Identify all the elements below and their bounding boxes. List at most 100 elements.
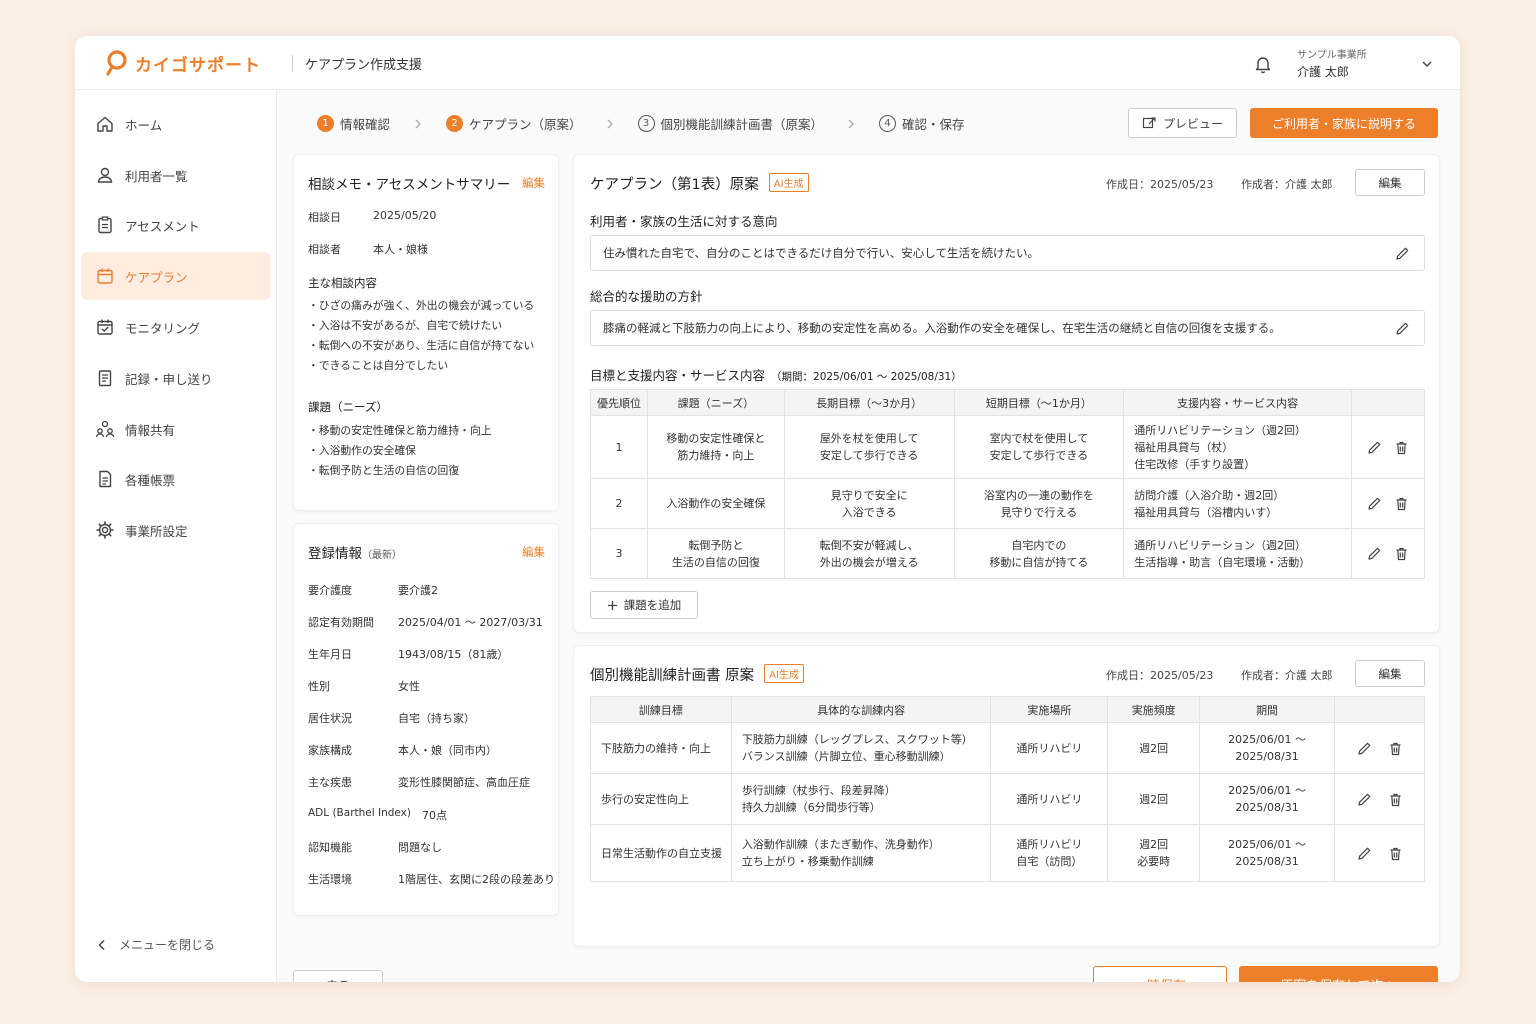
explain-to-family-button[interactable]: ご利用者・家族に説明する: [1250, 108, 1438, 138]
preview-icon: [1142, 116, 1156, 128]
save-and-next-button[interactable]: 原案を保存して次へ: [1239, 966, 1438, 982]
reg-row: 主な疾患 変形性膝関節症、高血圧症: [308, 776, 530, 789]
trash-icon[interactable]: [1394, 496, 1409, 511]
consult-date: 相談日 2025/05/20: [308, 209, 437, 224]
chevron-down-icon[interactable]: [1420, 57, 1434, 71]
sidebar-item-users[interactable]: 利用者一覧: [81, 151, 270, 199]
table-header-row: 訓練目標 具体的な訓練内容 実施場所 実施頻度 期間: [590, 696, 1425, 723]
content-cell: 歩行訓練（杖歩行、段差昇降） 持久力訓練（6分間歩行等）: [730, 773, 992, 825]
bell-icon[interactable]: [1253, 54, 1273, 74]
sidebar-item-forms[interactable]: 各種帳票: [81, 455, 270, 503]
pencil-icon[interactable]: [1357, 846, 1372, 861]
memo-edit-link[interactable]: 編集: [522, 175, 545, 191]
service-cell: 通所リハビリテーション（週2回） 生活指導・助言（自宅環境・活動）: [1123, 528, 1352, 579]
user-name[interactable]: 介護 太郎: [1297, 63, 1349, 80]
service-cell: 訪問介護（入浴介助・週2回） 福祉用具貸与（浴槽内いす）: [1123, 478, 1352, 529]
column-header: 短期目標（〜1か月）: [953, 389, 1125, 416]
sidebar-item-label: モニタリング: [125, 320, 201, 336]
sidebar-item-careplan[interactable]: ケアプラン: [81, 252, 270, 300]
policy-field[interactable]: 膝痛の軽減と下肢筋力の向上により、移動の安定性を高める。入浴動作の安全を確保し、…: [590, 310, 1425, 346]
brand-logo[interactable]: カイゴサポート: [105, 50, 261, 76]
intent-label: 利用者・家族の生活に対する意向: [590, 214, 778, 229]
ai-badge: AI生成: [764, 664, 804, 683]
service-cell: 通所リハビリテーション（週2回） 福祉用具貸与（杖） 住宅改修（手すり設置）: [1123, 415, 1352, 479]
close-menu-button[interactable]: メニューを閉じる: [95, 936, 215, 953]
list-item: ・ひざの痛みが強く、外出の機会が減っている: [308, 299, 535, 312]
org-name: サンプル事業所: [1297, 50, 1367, 61]
step-number: 3: [637, 115, 655, 132]
column-header: 優先順位: [590, 389, 648, 416]
temp-save-button[interactable]: 一時保存: [1093, 966, 1227, 982]
sidebar-item-settings[interactable]: 事業所設定: [81, 506, 270, 554]
brand-name: カイゴサポート: [135, 55, 261, 76]
row-actions: [1350, 528, 1426, 579]
list-item: ・入浴動作の安全確保: [308, 444, 416, 457]
pencil-icon[interactable]: [1357, 741, 1372, 756]
reg-row: 要介護度 要介護2: [308, 584, 438, 597]
main-content: 1 情報確認 2 ケアプラン（原案） 3 個別機能訓練計画書（原案） 4 確認・…: [277, 90, 1460, 982]
step-number: 1: [317, 115, 334, 132]
pencil-icon[interactable]: [1367, 496, 1382, 511]
list-item: ・できることは自分でしたい: [308, 359, 449, 372]
trash-icon[interactable]: [1394, 546, 1409, 561]
user-icon: [97, 167, 113, 183]
pencil-icon[interactable]: [1357, 792, 1372, 807]
sidebar-item-assessment[interactable]: アセスメント: [81, 201, 270, 249]
stepper: 1 情報確認 2 ケアプラン（原案） 3 個別機能訓練計画書（原案） 4 確認・…: [317, 114, 965, 133]
trash-icon[interactable]: [1388, 846, 1403, 861]
column-header: 具体的な訓練内容: [730, 696, 992, 723]
table-row: 3 転倒予防と 生活の自信の回復 転倒不安が軽減し、 外出の機会が増える 自宅内…: [590, 528, 1426, 579]
sidebar-item-label: アセスメント: [125, 218, 200, 234]
trash-icon[interactable]: [1388, 741, 1403, 756]
step-label: 確認・保存: [902, 117, 965, 132]
consultation-memo-card: 相談メモ・アセスメントサマリー 編集 相談日 2025/05/20 相談者 本人・娘…: [293, 154, 559, 511]
chevron-left-icon: [98, 939, 105, 950]
reg-row: 居住状況 自宅（持ち家）: [308, 712, 475, 725]
sidebar-item-home[interactable]: ホーム: [81, 100, 270, 148]
table-row: 日常生活動作の自立支援 入浴動作訓練（またぎ動作、洗身動作） 立ち上がり・移乗動…: [590, 824, 1425, 882]
step-careplan[interactable]: 2 ケアプラン（原案）: [446, 114, 582, 133]
long-goal-cell: 屋外を杖を使用して 安定して歩行できる: [783, 415, 955, 479]
pencil-icon[interactable]: [1367, 440, 1382, 455]
reg-row: 生活環境 1階居住、玄関に2段の段差あり: [308, 873, 555, 886]
intent-field[interactable]: 住み慣れた自宅で、自分のことはできるだけ自分で行い、安心して生活を続けたい。: [590, 235, 1425, 271]
back-button[interactable]: 戻る: [293, 970, 383, 982]
step-training-plan[interactable]: 3 個別機能訓練計画書（原案）: [637, 114, 824, 133]
home-icon: [97, 116, 113, 132]
step-confirm-save[interactable]: 4 確認・保存: [879, 114, 965, 133]
pencil-icon[interactable]: [1395, 321, 1410, 336]
trash-icon[interactable]: [1394, 440, 1409, 455]
goal-cell: 下肢筋力の維持・向上: [590, 722, 732, 774]
need-cell: 移動の安定性確保と 筋力維持・向上: [646, 415, 785, 479]
table-row: 2 入浴動作の安全確保 見守りで安全に 入浴できる 浴室内の一連の動作を 見守り…: [590, 478, 1426, 529]
sidebar-item-records[interactable]: 記録・申し送り: [81, 354, 270, 402]
consult-person: 相談者 本人・娘様: [308, 243, 428, 256]
add-need-button[interactable]: 課題を追加: [590, 591, 698, 619]
pencil-icon[interactable]: [1395, 246, 1410, 261]
row-actions: [1350, 478, 1426, 529]
trash-icon[interactable]: [1388, 792, 1403, 807]
careplan-title: ケアプラン（第1表）原案 AI生成: [590, 173, 809, 194]
sidebar-item-monitoring[interactable]: モニタリング: [81, 303, 270, 351]
column-header-actions: [1350, 389, 1426, 416]
goal-cell: 歩行の安定性向上: [590, 773, 732, 825]
sidebar-item-label: 記録・申し送り: [125, 371, 213, 387]
sidebar-item-info-share[interactable]: 情報共有: [81, 405, 270, 453]
row-actions: [1334, 773, 1425, 825]
column-header-actions: [1334, 696, 1425, 723]
reg-row: 認知機能 問題なし: [308, 841, 442, 854]
sidebar-item-label: 各種帳票: [125, 472, 176, 488]
reg-edit-link[interactable]: 編集: [522, 544, 545, 560]
place-cell: 通所リハビリ 自宅（訪問）: [990, 824, 1109, 882]
pencil-icon[interactable]: [1367, 546, 1382, 561]
training-edit-button[interactable]: 編集: [1355, 660, 1425, 687]
column-header: 課題（ニーズ）: [646, 389, 785, 416]
row-actions: [1334, 824, 1425, 882]
step-info-check[interactable]: 1 情報確認: [317, 114, 390, 133]
goals-label: 目標と支援内容・サービス内容 （期間：2025/06/01 〜 2025/08/3…: [590, 368, 962, 383]
preview-button[interactable]: プレビュー: [1128, 108, 1237, 138]
careplan-edit-button[interactable]: 編集: [1355, 169, 1425, 196]
sidebar-item-label: 情報共有: [125, 422, 176, 438]
reg-row: 性別 女性: [308, 680, 420, 693]
step-label: 個別機能訓練計画書（原案）: [660, 117, 824, 132]
